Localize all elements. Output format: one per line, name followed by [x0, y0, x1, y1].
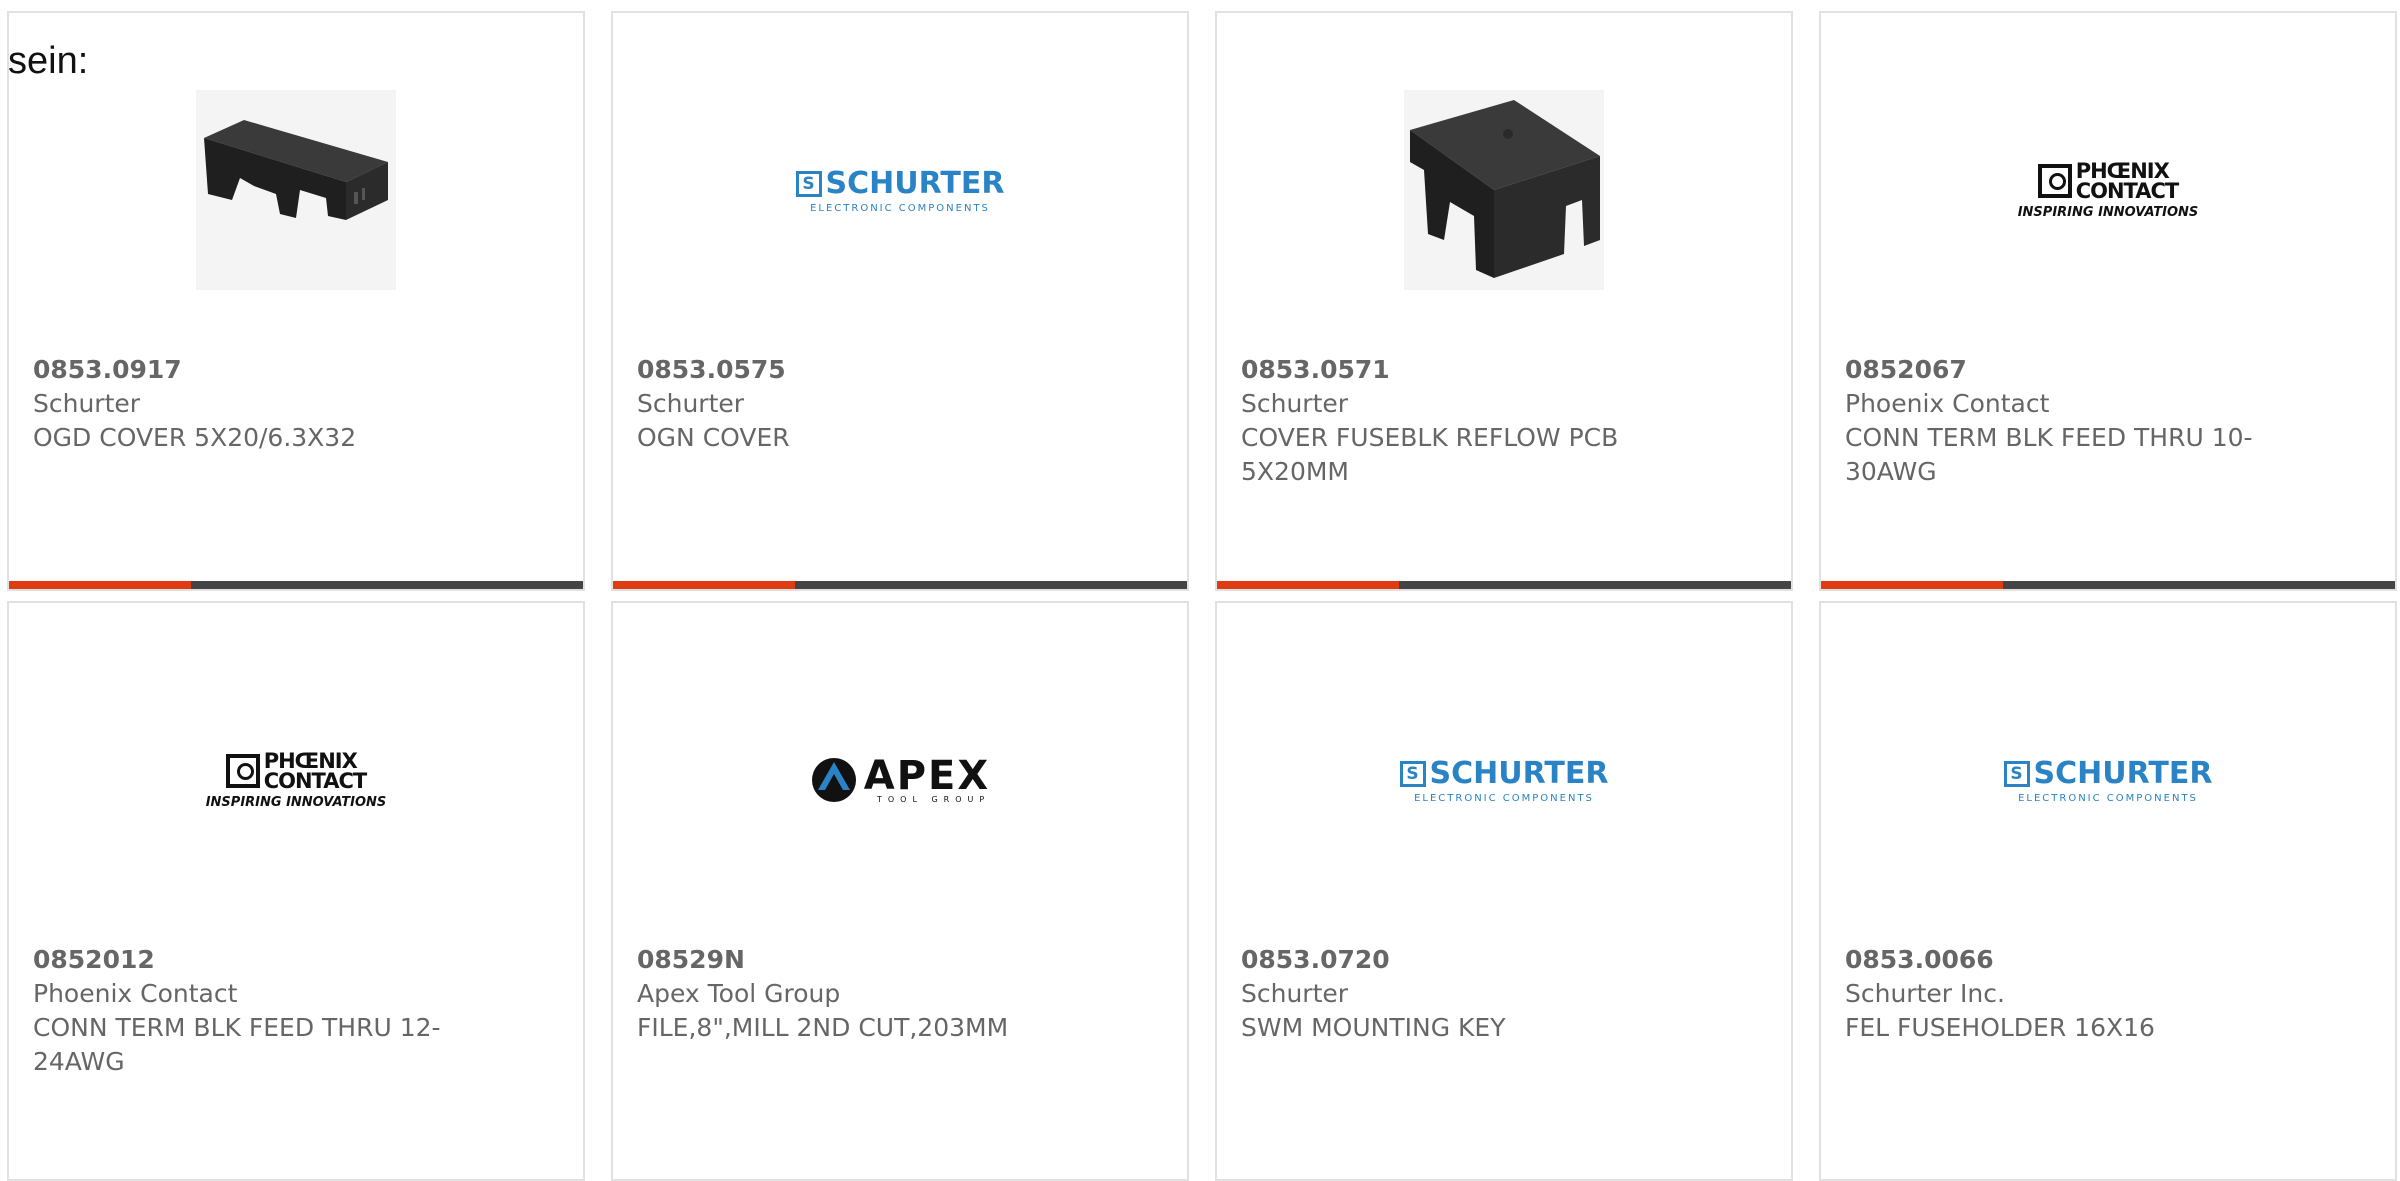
product-image[interactable]: S SCHURTER ELECTRONIC COMPONENTS	[613, 85, 1187, 295]
part-number[interactable]: 0853.0575	[637, 353, 1107, 387]
schurter-subtitle: ELECTRONIC COMPONENTS	[1414, 793, 1594, 804]
schurter-subtitle: ELECTRONIC COMPONENTS	[2018, 793, 2198, 804]
manufacturer: Phoenix Contact	[1845, 389, 2050, 418]
schurter-mark: S	[795, 170, 822, 197]
product-image[interactable]	[1217, 85, 1791, 295]
part-number[interactable]: 0853.0917	[33, 353, 503, 387]
card-bottom-bar	[1821, 581, 2395, 589]
card-bar-accent	[613, 581, 795, 589]
description: CONN TERM BLK FEED THRU 12-24AWG	[33, 1013, 441, 1076]
schurter-logo: S SCHURTER ELECTRONIC COMPONENTS	[795, 166, 1005, 214]
product-grid: 0853.0917 Schurter OGD COVER 5X20/6.3X32…	[0, 0, 2400, 1181]
phoenix-wordmark-line1: PHŒNIX	[2075, 158, 2170, 183]
product-card[interactable]: PHŒNIX CONTACT INSPIRING INNOVATIONS 085…	[7, 601, 585, 1181]
schurter-wordmark: SCHURTER	[825, 166, 1005, 201]
description: OGN COVER	[637, 423, 790, 452]
schurter-logo: S SCHURTER ELECTRONIC COMPONENTS	[2003, 756, 2213, 804]
manufacturer: Apex Tool Group	[637, 979, 841, 1008]
part-number[interactable]: 0853.0571	[1241, 353, 1711, 387]
phoenix-mark-icon	[2037, 163, 2072, 198]
apex-mark-icon	[811, 758, 856, 802]
product-image[interactable]: S SCHURTER ELECTRONIC COMPONENTS	[1821, 675, 2395, 885]
schurter-logo: S SCHURTER ELECTRONIC COMPONENTS	[1399, 756, 1609, 804]
intro-text: sein:	[8, 40, 89, 82]
phoenix-wordmark-line1: PHŒNIX	[263, 748, 358, 773]
card-bar-accent	[1821, 581, 2003, 589]
phoenix-tagline: INSPIRING INNOVATIONS	[205, 794, 387, 810]
phoenix-mark-icon	[225, 753, 260, 788]
phoenix-contact-logo: PHŒNIX CONTACT INSPIRING INNOVATIONS	[2017, 158, 2199, 220]
apex-wordmark: APEX	[863, 752, 991, 799]
manufacturer: Schurter	[1241, 389, 1349, 418]
schurter-wordmark: SCHURTER	[1429, 756, 1609, 791]
description: FILE,8",MILL 2ND CUT,203MM	[637, 1013, 1009, 1042]
card-bottom-bar	[613, 581, 1187, 589]
product-card[interactable]: S SCHURTER ELECTRONIC COMPONENTS 0853.07…	[1215, 601, 1793, 1181]
schurter-wordmark: SCHURTER	[2033, 756, 2213, 791]
card-bottom-bar	[1217, 581, 1791, 589]
card-bottom-bar	[9, 581, 583, 589]
description: SWM MOUNTING KEY	[1241, 1013, 1506, 1042]
manufacturer: Schurter	[33, 389, 141, 418]
product-image[interactable]: PHŒNIX CONTACT INSPIRING INNOVATIONS	[1821, 85, 2395, 295]
description: FEL FUSEHOLDER 16X16	[1845, 1013, 2155, 1042]
card-bar-accent	[9, 581, 191, 589]
phoenix-tagline: INSPIRING INNOVATIONS	[2017, 204, 2199, 220]
product-card[interactable]: PHŒNIX CONTACT INSPIRING INNOVATIONS 085…	[1819, 11, 2397, 591]
manufacturer: Phoenix Contact	[33, 979, 238, 1008]
phoenix-wordmark-line2: CONTACT	[2075, 178, 2180, 203]
product-card[interactable]: APEX TOOL GROUP 08529N Apex Tool Group F…	[611, 601, 1189, 1181]
manufacturer: Schurter	[1241, 979, 1349, 1008]
card-bar-accent	[1217, 581, 1399, 589]
product-card[interactable]: 0853.0917 Schurter OGD COVER 5X20/6.3X32	[7, 11, 585, 591]
product-image[interactable]: S SCHURTER ELECTRONIC COMPONENTS	[1217, 675, 1791, 885]
part-number[interactable]: 0853.0066	[1845, 943, 2315, 977]
description: OGD COVER 5X20/6.3X32	[33, 423, 357, 452]
product-card[interactable]: S SCHURTER ELECTRONIC COMPONENTS 0853.00…	[1819, 601, 2397, 1181]
product-card[interactable]: S SCHURTER ELECTRONIC COMPONENTS 0853.05…	[611, 11, 1189, 591]
schurter-mark: S	[1399, 760, 1426, 787]
description: COVER FUSEBLK REFLOW PCB 5X20MM	[1241, 423, 1619, 486]
product-image[interactable]: PHŒNIX CONTACT INSPIRING INNOVATIONS	[9, 675, 583, 885]
phoenix-wordmark-line2: CONTACT	[263, 768, 368, 793]
product-image[interactable]: APEX TOOL GROUP	[613, 675, 1187, 885]
phoenix-contact-logo: PHŒNIX CONTACT INSPIRING INNOVATIONS	[205, 748, 387, 810]
description: CONN TERM BLK FEED THRU 10-30AWG	[1845, 423, 2253, 486]
part-number[interactable]: 0852012	[33, 943, 503, 977]
product-card[interactable]: 0853.0571 Schurter COVER FUSEBLK REFLOW …	[1215, 11, 1793, 591]
schurter-mark: S	[2003, 760, 2030, 787]
apex-tool-group-logo: APEX TOOL GROUP	[810, 756, 990, 804]
schurter-subtitle: ELECTRONIC COMPONENTS	[810, 203, 990, 214]
part-number[interactable]: 0853.0720	[1241, 943, 1711, 977]
product-photo	[196, 90, 396, 290]
part-number[interactable]: 0852067	[1845, 353, 2315, 387]
product-image[interactable]	[9, 85, 583, 295]
product-photo	[1404, 90, 1604, 290]
manufacturer: Schurter Inc.	[1845, 979, 2005, 1008]
part-number[interactable]: 08529N	[637, 943, 1107, 977]
manufacturer: Schurter	[637, 389, 745, 418]
apex-subtitle: TOOL GROUP	[877, 794, 991, 804]
